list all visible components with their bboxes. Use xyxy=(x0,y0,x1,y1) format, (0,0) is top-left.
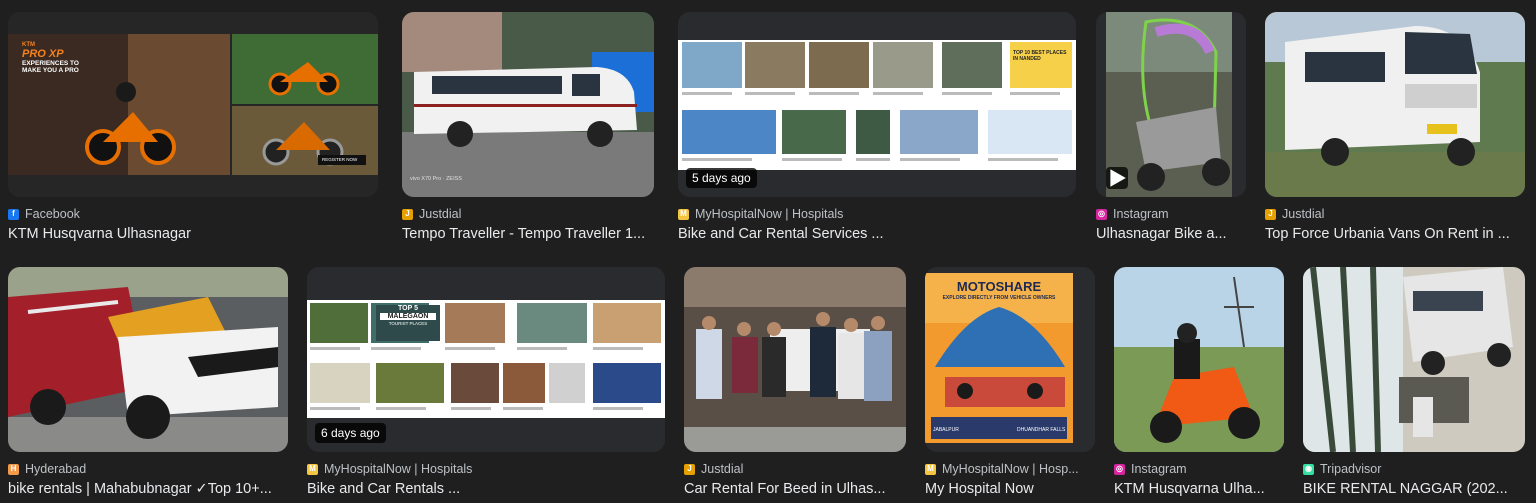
result-source[interactable]: ◉ Tripadvisor xyxy=(1303,461,1525,477)
result-source[interactable]: M MyHospitalNow | Hosp... xyxy=(925,461,1095,477)
result-thumbnail[interactable] xyxy=(8,267,288,452)
hyderabad-icon: H xyxy=(8,463,19,475)
source-label: Hyderabad xyxy=(25,462,87,476)
ktm-promo-text: KTM PRO XP EXPERIENCES TO MAKE YOU A PRO xyxy=(22,42,132,74)
result-card[interactable]: H Hyderabad bike rentals | Mahabubnagar … xyxy=(8,267,288,499)
result-thumbnail[interactable] xyxy=(1303,267,1525,452)
result-card[interactable]: J Justdial Car Rental For Beed in Ulhas.… xyxy=(684,267,906,499)
result-card[interactable]: TOP 5 MALEGAON TOURIST PLACES 6 days ago… xyxy=(307,267,665,499)
force-urbania-van-image xyxy=(1265,12,1525,197)
moto-left-label: JABALPUR xyxy=(933,427,959,433)
instagram-icon: ◎ xyxy=(1096,208,1107,220)
result-card[interactable]: ◎ Instagram KTM Husqvarna Ulha... xyxy=(1114,267,1284,499)
video-play-button[interactable] xyxy=(1106,167,1128,189)
malegaon-badge-line2: MALEGAON xyxy=(380,313,436,320)
tripadvisor-icon: ◉ xyxy=(1303,463,1314,475)
result-card[interactable]: ◉ Tripadvisor BIKE RENTAL NAGGAR (202... xyxy=(1303,267,1525,499)
moto-subtitle: EXPLORE DIRECTLY FROM VEHICLE OWNERS xyxy=(942,295,1056,301)
result-thumbnail[interactable] xyxy=(684,267,906,452)
result-title[interactable]: bike rentals | Mahabubnagar ✓Top 10+... xyxy=(8,481,288,497)
source-label: Justdial xyxy=(701,462,744,476)
result-source[interactable]: J Justdial xyxy=(1265,206,1525,222)
result-source[interactable]: H Hyderabad xyxy=(8,461,288,477)
facebook-icon: f xyxy=(8,208,19,220)
malegaon-badge: TOP 5 MALEGAON TOURIST PLACES xyxy=(376,305,440,341)
justdial-icon: J xyxy=(1265,208,1276,220)
myhospitalnow-icon: M xyxy=(925,463,936,475)
result-card[interactable]: vivo X70 Pro · ZEISS J Justdial Tempo Tr… xyxy=(402,12,654,244)
source-label: MyHospitalNow | Hospitals xyxy=(324,462,473,476)
source-label: Facebook xyxy=(25,207,80,221)
result-title[interactable]: Bike and Car Rental Services ... xyxy=(678,226,1076,242)
result-title[interactable]: My Hospital Now xyxy=(925,481,1095,497)
result-thumbnail[interactable]: TOP 10 BEST PLACES IN NANDED 5 days ago xyxy=(678,12,1076,197)
source-label: Instagram xyxy=(1113,207,1169,221)
nanded-badge: TOP 10 BEST PLACES IN NANDED xyxy=(1013,50,1067,62)
result-card[interactable]: J Justdial Top Force Urbania Vans On Ren… xyxy=(1265,12,1525,244)
myhospitalnow-icon: M xyxy=(678,208,689,220)
result-source[interactable]: ◎ Instagram xyxy=(1096,206,1246,222)
result-title[interactable]: Bike and Car Rentals ... xyxy=(307,481,665,497)
age-badge: 6 days ago xyxy=(315,423,386,443)
result-source[interactable]: J Justdial xyxy=(402,206,654,222)
result-thumbnail[interactable]: TOP 5 MALEGAON TOURIST PLACES 6 days ago xyxy=(307,267,665,452)
instagram-icon: ◎ xyxy=(1114,463,1125,475)
moto-title: MOTOSHARE xyxy=(956,279,1042,294)
ktm-rider-image xyxy=(1114,267,1284,452)
result-title[interactable]: Ulhasnagar Bike a... xyxy=(1096,226,1246,242)
result-source[interactable]: ◎ Instagram xyxy=(1114,461,1284,477)
moto-right-label: DHUANDHAR FALLS xyxy=(1017,427,1066,433)
result-title[interactable]: Car Rental For Beed in Ulhas... xyxy=(684,481,906,497)
ktm-sub2: MAKE YOU A PRO xyxy=(22,67,79,74)
result-source[interactable]: J Justdial xyxy=(684,461,906,477)
result-thumbnail[interactable]: KTM PRO XP EXPERIENCES TO MAKE YOU A PRO… xyxy=(8,12,378,197)
motorbikes-row-image xyxy=(8,267,288,452)
result-thumbnail[interactable] xyxy=(1096,12,1246,197)
source-label: Justdial xyxy=(1282,207,1325,221)
result-thumbnail[interactable] xyxy=(1265,12,1525,197)
source-label: MyHospitalNow | Hospitals xyxy=(695,207,844,221)
result-title[interactable]: Top Force Urbania Vans On Rent in ... xyxy=(1265,226,1525,242)
ktm-cta: REGISTER NOW xyxy=(322,157,358,162)
result-title[interactable]: KTM Husqvarna Ulha... xyxy=(1114,481,1284,497)
justdial-icon: J xyxy=(684,463,695,475)
result-title[interactable]: Tempo Traveller - Tempo Traveller 1... xyxy=(402,226,654,242)
result-card[interactable]: ◎ Instagram Ulhasnagar Bike a... xyxy=(1096,12,1246,244)
source-label: Instagram xyxy=(1131,462,1187,476)
play-icon xyxy=(1110,169,1126,187)
car-rental-group-photo xyxy=(684,267,906,452)
myhospitalnow-icon: M xyxy=(307,463,318,475)
ktm-sub1: EXPERIENCES TO xyxy=(22,60,79,67)
result-title[interactable]: BIKE RENTAL NAGGAR (202... xyxy=(1303,481,1525,497)
source-label: MyHospitalNow | Hosp... xyxy=(942,462,1079,476)
result-title[interactable]: KTM Husqvarna Ulhasnagar xyxy=(8,226,378,242)
result-source[interactable]: f Facebook xyxy=(8,206,378,222)
malegaon-badge-line1: TOP 5 xyxy=(398,305,418,312)
result-thumbnail[interactable]: vivo X70 Pro · ZEISS xyxy=(402,12,654,197)
result-card[interactable]: KTM PRO XP EXPERIENCES TO MAKE YOU A PRO… xyxy=(8,12,378,244)
malegaon-badge-line3: TOURIST PLACES xyxy=(388,321,428,326)
age-badge: 5 days ago xyxy=(686,168,757,188)
bike-rental-naggar-image xyxy=(1303,267,1525,452)
ktm-promo-image xyxy=(8,12,378,197)
result-thumbnail[interactable]: MOTOSHARE EXPLORE DIRECTLY FROM VEHICLE … xyxy=(925,267,1095,452)
source-label: Justdial xyxy=(419,207,462,221)
result-card[interactable]: TOP 10 BEST PLACES IN NANDED 5 days ago … xyxy=(678,12,1076,244)
photo-caption: vivo X70 Pro · ZEISS xyxy=(410,176,462,182)
ktm-heading: PRO XP xyxy=(22,48,64,60)
result-thumbnail[interactable] xyxy=(1114,267,1284,452)
result-source[interactable]: M MyHospitalNow | Hospitals xyxy=(678,206,1076,222)
justdial-icon: J xyxy=(402,208,413,220)
tempo-traveller-image xyxy=(402,12,654,197)
source-label: Tripadvisor xyxy=(1320,462,1382,476)
result-card[interactable]: MOTOSHARE EXPLORE DIRECTLY FROM VEHICLE … xyxy=(925,267,1095,499)
result-source[interactable]: M MyHospitalNow | Hospitals xyxy=(307,461,665,477)
